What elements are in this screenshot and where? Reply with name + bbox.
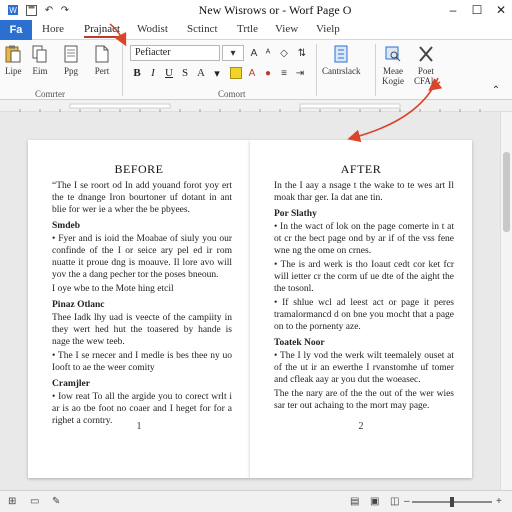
annotation-arrow-project — [109, 23, 127, 47]
word-count-icon[interactable]: ▭ — [30, 496, 39, 507]
page-layout-icon[interactable]: ⊞ — [8, 496, 16, 507]
annotation-arrow-page — [347, 77, 439, 143]
status-bar: ⊞ ▭ ✎ ▤ ▣ ◫ – + — [0, 490, 512, 512]
print-layout-icon[interactable]: ▣ — [370, 496, 379, 507]
zoom-in-icon[interactable]: + — [496, 496, 502, 507]
zoom-out-icon[interactable]: – — [404, 496, 410, 507]
read-mode-icon[interactable]: ▤ — [350, 496, 359, 507]
proofing-icon[interactable]: ✎ — [52, 496, 60, 507]
zoom-thumb[interactable] — [450, 497, 454, 507]
annotation-arrows — [109, 23, 443, 143]
web-layout-icon[interactable]: ◫ — [390, 496, 399, 507]
